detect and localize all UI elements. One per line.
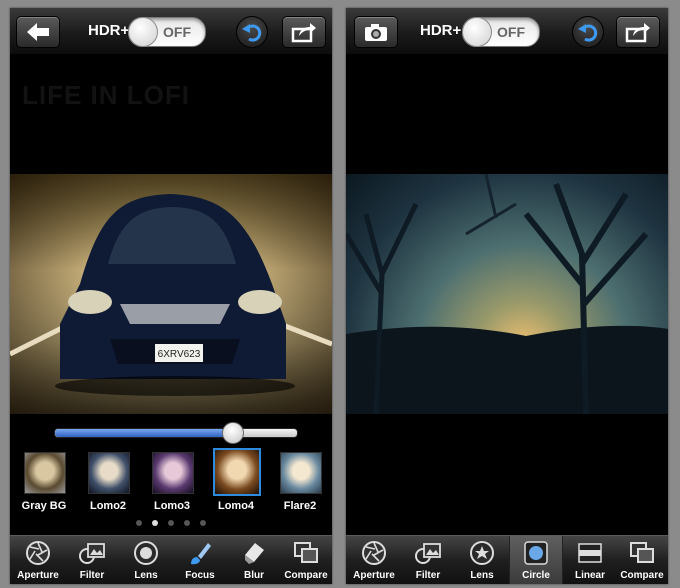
tool-circle[interactable]: Circle [509, 536, 563, 584]
tool-compare[interactable]: Compare [616, 536, 668, 584]
undo-button[interactable] [572, 16, 604, 48]
hdr-toggle[interactable]: OFF [462, 17, 540, 47]
back-arrow-icon [27, 23, 49, 41]
filter-label: Lomo2 [89, 500, 127, 512]
top-bar: HDR+ OFF [346, 8, 668, 55]
tool-filter[interactable]: Filter [402, 536, 454, 584]
undo-icon [578, 24, 598, 42]
hdr-toggle-state: OFF [163, 24, 191, 40]
share-button[interactable] [616, 16, 660, 48]
focus-brush-icon [191, 543, 211, 565]
tree-photo [346, 174, 668, 414]
lens-star-icon [470, 541, 494, 565]
car-photo: 6XRV623 [10, 174, 332, 414]
page-dot [168, 520, 174, 526]
camera-button[interactable] [354, 16, 398, 48]
filter-icon [79, 543, 105, 564]
filter-label: Lomo3 [153, 500, 191, 512]
intensity-slider[interactable] [54, 422, 298, 444]
hdr-toggle-state: OFF [497, 24, 525, 40]
tool-aperture[interactable]: Aperture [348, 536, 400, 584]
tool-label: Linear [574, 570, 605, 581]
blur-eraser-icon [245, 543, 264, 564]
aperture-icon [26, 541, 50, 565]
hdr-label: HDR+ [88, 22, 130, 39]
page-dot [200, 520, 206, 526]
top-bar: HDR+ OFF [10, 8, 332, 55]
page-dot-active [152, 520, 158, 526]
page-dot [184, 520, 190, 526]
tool-label: Compare [620, 570, 664, 581]
right-screen: HDR+ OFF Aperture Filter Lens Circle Lin… [346, 8, 668, 584]
filter-preview [24, 452, 66, 494]
filter-icon [415, 543, 441, 564]
tool-lens[interactable]: Lens [456, 536, 508, 584]
left-screen: HDR+ OFF LIFE IN LOFI 6XRV623 Gray BG Lo… [10, 8, 332, 584]
tool-label: Lens [134, 570, 158, 581]
tool-label: Compare [284, 570, 328, 581]
page-dot [136, 520, 142, 526]
license-plate: 6XRV623 [158, 349, 201, 360]
tool-label: Aperture [353, 570, 395, 581]
compare-icon [630, 542, 654, 563]
tool-label: Filter [79, 570, 105, 581]
filter-preview [152, 452, 194, 494]
slider-thumb[interactable] [221, 422, 244, 444]
lens-icon [134, 541, 158, 565]
share-icon [625, 23, 650, 43]
watermark: LIFE IN LOFI [22, 80, 190, 110]
tool-filter[interactable]: Filter [66, 536, 118, 584]
tool-label: Circle [522, 570, 550, 581]
car-photo-art: 6XRV623 [10, 194, 332, 396]
filter-preview [88, 452, 130, 494]
back-button[interactable] [16, 16, 60, 48]
tool-lens[interactable]: Lens [120, 536, 172, 584]
tool-bar: Aperture Filter Lens Circle Linear Compa… [346, 535, 668, 584]
filter-preview [280, 452, 322, 494]
filter-label: Gray BG [21, 500, 67, 512]
tool-bar: Aperture Filter Lens Focus Blur Compare [10, 535, 332, 584]
hdr-label: HDR+ [420, 22, 462, 39]
undo-icon [242, 24, 262, 42]
filter-label: Flare2 [283, 500, 317, 512]
filter-preview [213, 448, 261, 496]
camera-icon [365, 24, 387, 41]
toggle-knob [128, 17, 158, 47]
hdr-toggle[interactable]: OFF [128, 17, 206, 47]
share-icon [291, 23, 316, 43]
compare-icon [294, 542, 318, 563]
linear-shape-icon [578, 543, 602, 563]
circle-shape-icon [524, 541, 548, 565]
tool-label: Aperture [17, 570, 59, 581]
filter-strip: Gray BG Lomo2 Lomo3 Lomo4 Flare2 [10, 448, 332, 518]
tree-photo-art [346, 174, 668, 414]
tool-aperture[interactable]: Aperture [12, 536, 64, 584]
tool-label: Filter [415, 570, 441, 581]
toggle-knob [462, 17, 492, 47]
undo-button[interactable] [236, 16, 268, 48]
tool-blur[interactable]: Blur [228, 536, 280, 584]
aperture-icon [362, 541, 386, 565]
slider-fill [55, 429, 232, 437]
tool-label: Lens [470, 570, 494, 581]
tool-compare[interactable]: Compare [280, 536, 332, 584]
tool-linear[interactable]: Linear [564, 536, 616, 584]
filter-label: Lomo4 [217, 500, 255, 512]
tool-label: Focus [185, 570, 215, 581]
tool-focus[interactable]: Focus [174, 536, 226, 584]
tool-label: Blur [244, 570, 264, 581]
share-button[interactable] [282, 16, 326, 48]
